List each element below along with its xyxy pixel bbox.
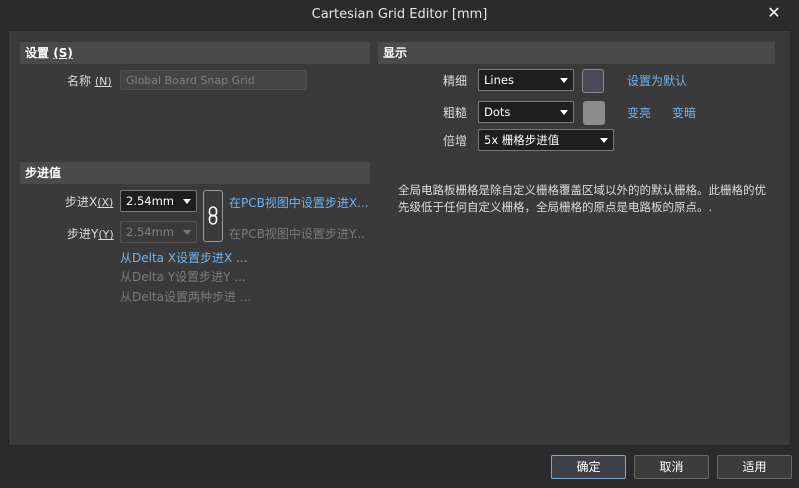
ok-button[interactable]: 确定: [551, 455, 626, 479]
settings-header-text: 设置: [25, 46, 50, 60]
apply-button[interactable]: 适用: [717, 455, 792, 479]
darker-link[interactable]: 变暗: [672, 104, 696, 121]
multiplier-select[interactable]: 5x 栅格步进值: [478, 129, 614, 151]
chevron-down-icon: [560, 110, 568, 115]
chevron-down-icon: [183, 199, 191, 204]
step-y-value: 2.54mm: [126, 225, 175, 239]
step-section-header: 步进值: [20, 162, 370, 184]
chevron-down-icon: [600, 138, 608, 143]
settings-header-key: (S): [53, 46, 73, 60]
step-x-value: 2.54mm: [126, 194, 175, 208]
link-steps-button[interactable]: [203, 190, 223, 242]
description-text: 全局电路板栅格是除自定义栅格覆盖区域以外的的默认栅格。此栅格的优先级低于任何自定…: [398, 183, 766, 214]
delta-y-link[interactable]: 从Delta Y设置步进Y ...: [120, 268, 246, 285]
close-icon[interactable]: ✕: [762, 3, 786, 23]
delta-x-link[interactable]: 从Delta X设置步进X ...: [120, 249, 248, 266]
settings-section-header: 设置 (S): [20, 42, 370, 64]
chain-link-icon: [208, 206, 218, 225]
coarse-style-value: Dots: [484, 105, 511, 119]
step-y-label: 步进Y(Y): [67, 225, 114, 242]
step-x-select[interactable]: 2.54mm: [120, 190, 197, 212]
chevron-down-icon: [560, 78, 568, 83]
name-label-key: (N): [94, 75, 112, 88]
multiplier-label: 倍增: [443, 134, 468, 148]
set-as-default-link[interactable]: 设置为默认: [627, 72, 687, 89]
coarse-label: 粗糙: [443, 106, 468, 120]
step-x-label: 步进X(X): [65, 193, 113, 210]
step-y-select[interactable]: 2.54mm: [120, 221, 197, 243]
display-section-header: 显示: [378, 42, 775, 64]
name-field[interactable]: Global Board Snap Grid: [120, 70, 307, 90]
pcb-set-step-y-link[interactable]: 在PCB视图中设置步进Y...: [229, 225, 365, 242]
fine-label: 精细: [443, 74, 468, 88]
step-x-label-key: (X): [97, 196, 114, 209]
fine-color-swatch[interactable]: [582, 69, 604, 93]
multiplier-value: 5x 栅格步进值: [484, 133, 560, 147]
fine-style-select[interactable]: Lines: [478, 69, 574, 91]
fine-style-value: Lines: [484, 73, 514, 87]
chevron-down-icon: [183, 230, 191, 235]
name-label: 名称 (N): [67, 72, 112, 89]
coarse-color-swatch[interactable]: [583, 101, 605, 125]
step-x-label-text: 步进X: [65, 195, 98, 209]
step-y-label-text: 步进Y: [67, 227, 99, 241]
pcb-set-step-x-link[interactable]: 在PCB视图中设置步进X...: [229, 194, 369, 211]
step-y-label-key: (Y): [98, 228, 114, 241]
coarse-style-select[interactable]: Dots: [478, 101, 574, 123]
window-title: Cartesian Grid Editor [mm]: [311, 7, 488, 22]
delta-both-link[interactable]: 从Delta设置两种步进 ...: [120, 288, 251, 305]
cancel-button[interactable]: 取消: [634, 455, 709, 479]
lighter-link[interactable]: 变亮: [627, 104, 651, 121]
name-label-text: 名称: [67, 74, 92, 88]
